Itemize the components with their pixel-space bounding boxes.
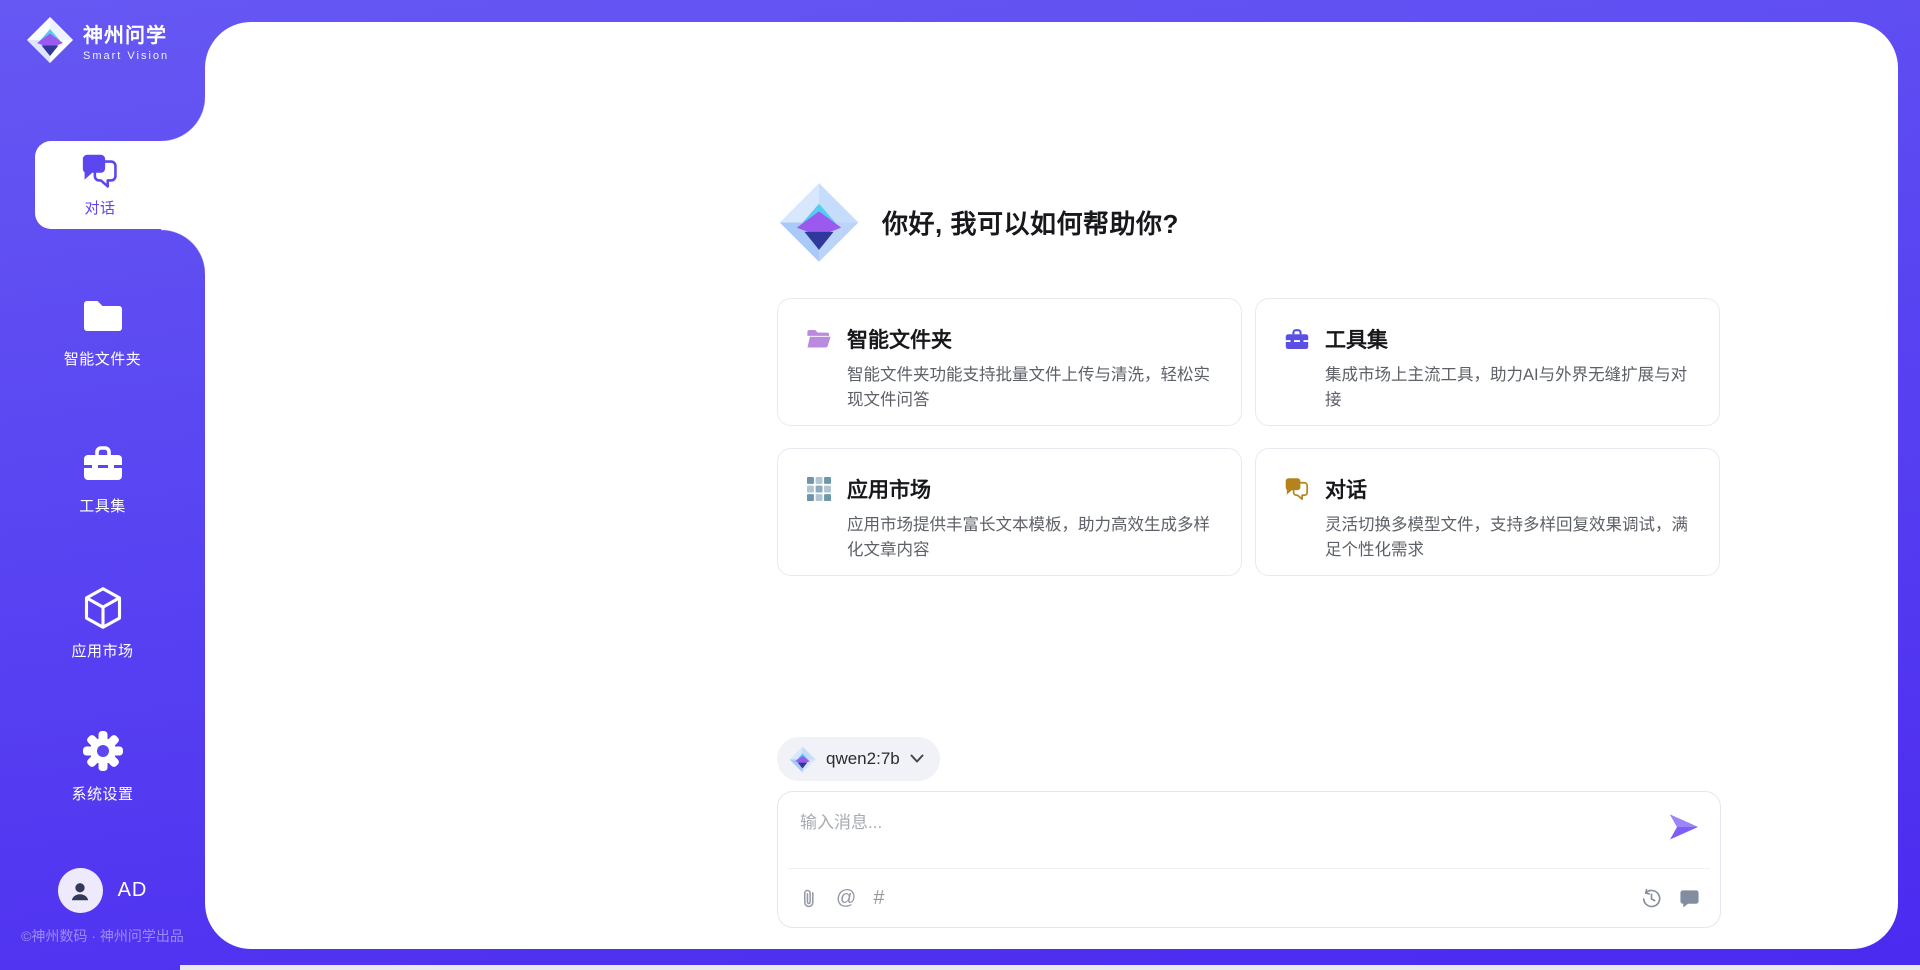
toolbox-icon xyxy=(81,441,125,485)
attach-file-button[interactable] xyxy=(798,888,819,909)
feedback-button[interactable] xyxy=(1679,888,1700,909)
card-description: 智能文件夹功能支持批量文件上传与清洗，轻松实现文件问答 xyxy=(847,363,1215,413)
at-icon: @ xyxy=(836,888,856,908)
card-title: 工具集 xyxy=(1325,324,1388,354)
chat-bubbles-icon xyxy=(1284,477,1310,501)
sidebar-item-smart-folder[interactable]: 智能文件夹 xyxy=(0,294,205,369)
message-input[interactable] xyxy=(778,792,1720,864)
brand-logo-icon xyxy=(26,16,74,64)
sidebar-item-settings[interactable]: 系统设置 xyxy=(0,729,205,804)
tab-fillet-top xyxy=(161,97,206,142)
sidebar-item-label: 系统设置 xyxy=(71,783,133,804)
composer: @ # xyxy=(777,791,1721,928)
paperclip-icon xyxy=(798,888,819,909)
greeting: 你好, 我可以如何帮助你? xyxy=(778,180,1179,265)
card-description: 集成市场上主流工具，助力AI与外界无缝扩展与对接 xyxy=(1325,363,1693,413)
folder-open-icon xyxy=(806,327,832,351)
card-chat[interactable]: 对话 灵活切换多模型文件，支持多样回复效果调试，满足个性化需求 xyxy=(1255,448,1720,576)
greeting-title: 你好, 我可以如何帮助你? xyxy=(882,204,1179,241)
person-icon xyxy=(67,878,93,904)
card-title: 对话 xyxy=(1325,474,1367,504)
sidebar-item-chat[interactable]: 对话 xyxy=(35,141,205,229)
brand-name: 神州问学 xyxy=(83,19,169,48)
card-description: 应用市场提供丰富长文本模板，助力高效生成多样化文章内容 xyxy=(847,513,1215,563)
page-bottom-edge xyxy=(180,965,1920,970)
sidebar-item-label: 对话 xyxy=(84,197,115,218)
apps-grid-icon xyxy=(806,477,832,501)
brand: 神州问学 Smart Vision xyxy=(26,16,169,64)
card-toolset[interactable]: 工具集 集成市场上主流工具，助力AI与外界无缝扩展与对接 xyxy=(1255,298,1720,426)
history-clock-icon xyxy=(1641,888,1662,909)
model-name: qwen2:7b xyxy=(826,749,900,769)
history-button[interactable] xyxy=(1641,888,1662,909)
chevron-down-icon xyxy=(910,754,924,764)
send-button[interactable] xyxy=(1668,812,1700,842)
sidebar-item-label: 应用市场 xyxy=(71,640,133,661)
composer-toolbar: @ # xyxy=(778,869,1720,927)
user-name: AD xyxy=(118,879,148,902)
card-description: 灵活切换多模型文件，支持多样回复效果调试，满足个性化需求 xyxy=(1325,513,1693,563)
card-title: 智能文件夹 xyxy=(847,324,952,354)
sidebar-footer: ©神州数码 · 神州问学出品 xyxy=(0,926,205,946)
model-selector[interactable]: qwen2:7b xyxy=(777,737,940,781)
main-panel: 你好, 我可以如何帮助你? 智能文件夹 智能文件夹功能支持批量文件上传与清洗，轻… xyxy=(205,22,1898,949)
brand-subtitle: Smart Vision xyxy=(83,50,169,62)
brand-diamond-icon xyxy=(778,180,860,265)
topic-button[interactable]: # xyxy=(873,888,884,908)
avatar xyxy=(58,868,103,913)
feature-cards: 智能文件夹 智能文件夹功能支持批量文件上传与清洗，轻松实现文件问答 工具集 集成… xyxy=(777,298,1721,576)
card-smart-folder[interactable]: 智能文件夹 智能文件夹功能支持批量文件上传与清洗，轻松实现文件问答 xyxy=(777,298,1242,426)
send-icon xyxy=(1668,812,1700,842)
sidebar: 神州问学 Smart Vision 对话 智能文件夹 xyxy=(0,0,205,970)
folder-icon xyxy=(81,294,125,338)
sidebar-item-label: 智能文件夹 xyxy=(64,348,142,369)
sidebar-item-label: 工具集 xyxy=(79,495,126,516)
mention-button[interactable]: @ xyxy=(836,888,856,908)
hash-icon: # xyxy=(873,888,884,908)
app-root: 你好, 我可以如何帮助你? 智能文件夹 智能文件夹功能支持批量文件上传与清洗，轻… xyxy=(0,0,1920,970)
user-profile[interactable]: AD xyxy=(0,868,205,913)
card-app-market[interactable]: 应用市场 应用市场提供丰富长文本模板，助力高效生成多样化文章内容 xyxy=(777,448,1242,576)
chat-bubbles-icon xyxy=(80,153,120,189)
card-title: 应用市场 xyxy=(847,474,931,504)
tab-fillet-bottom xyxy=(161,229,206,274)
toolbox-icon xyxy=(1284,327,1310,351)
comment-icon xyxy=(1679,888,1700,909)
model-logo-icon xyxy=(789,746,816,773)
gear-icon xyxy=(81,729,125,773)
cube-icon xyxy=(81,586,125,630)
sidebar-item-app-market[interactable]: 应用市场 xyxy=(0,586,205,661)
sidebar-item-toolset[interactable]: 工具集 xyxy=(0,441,205,516)
